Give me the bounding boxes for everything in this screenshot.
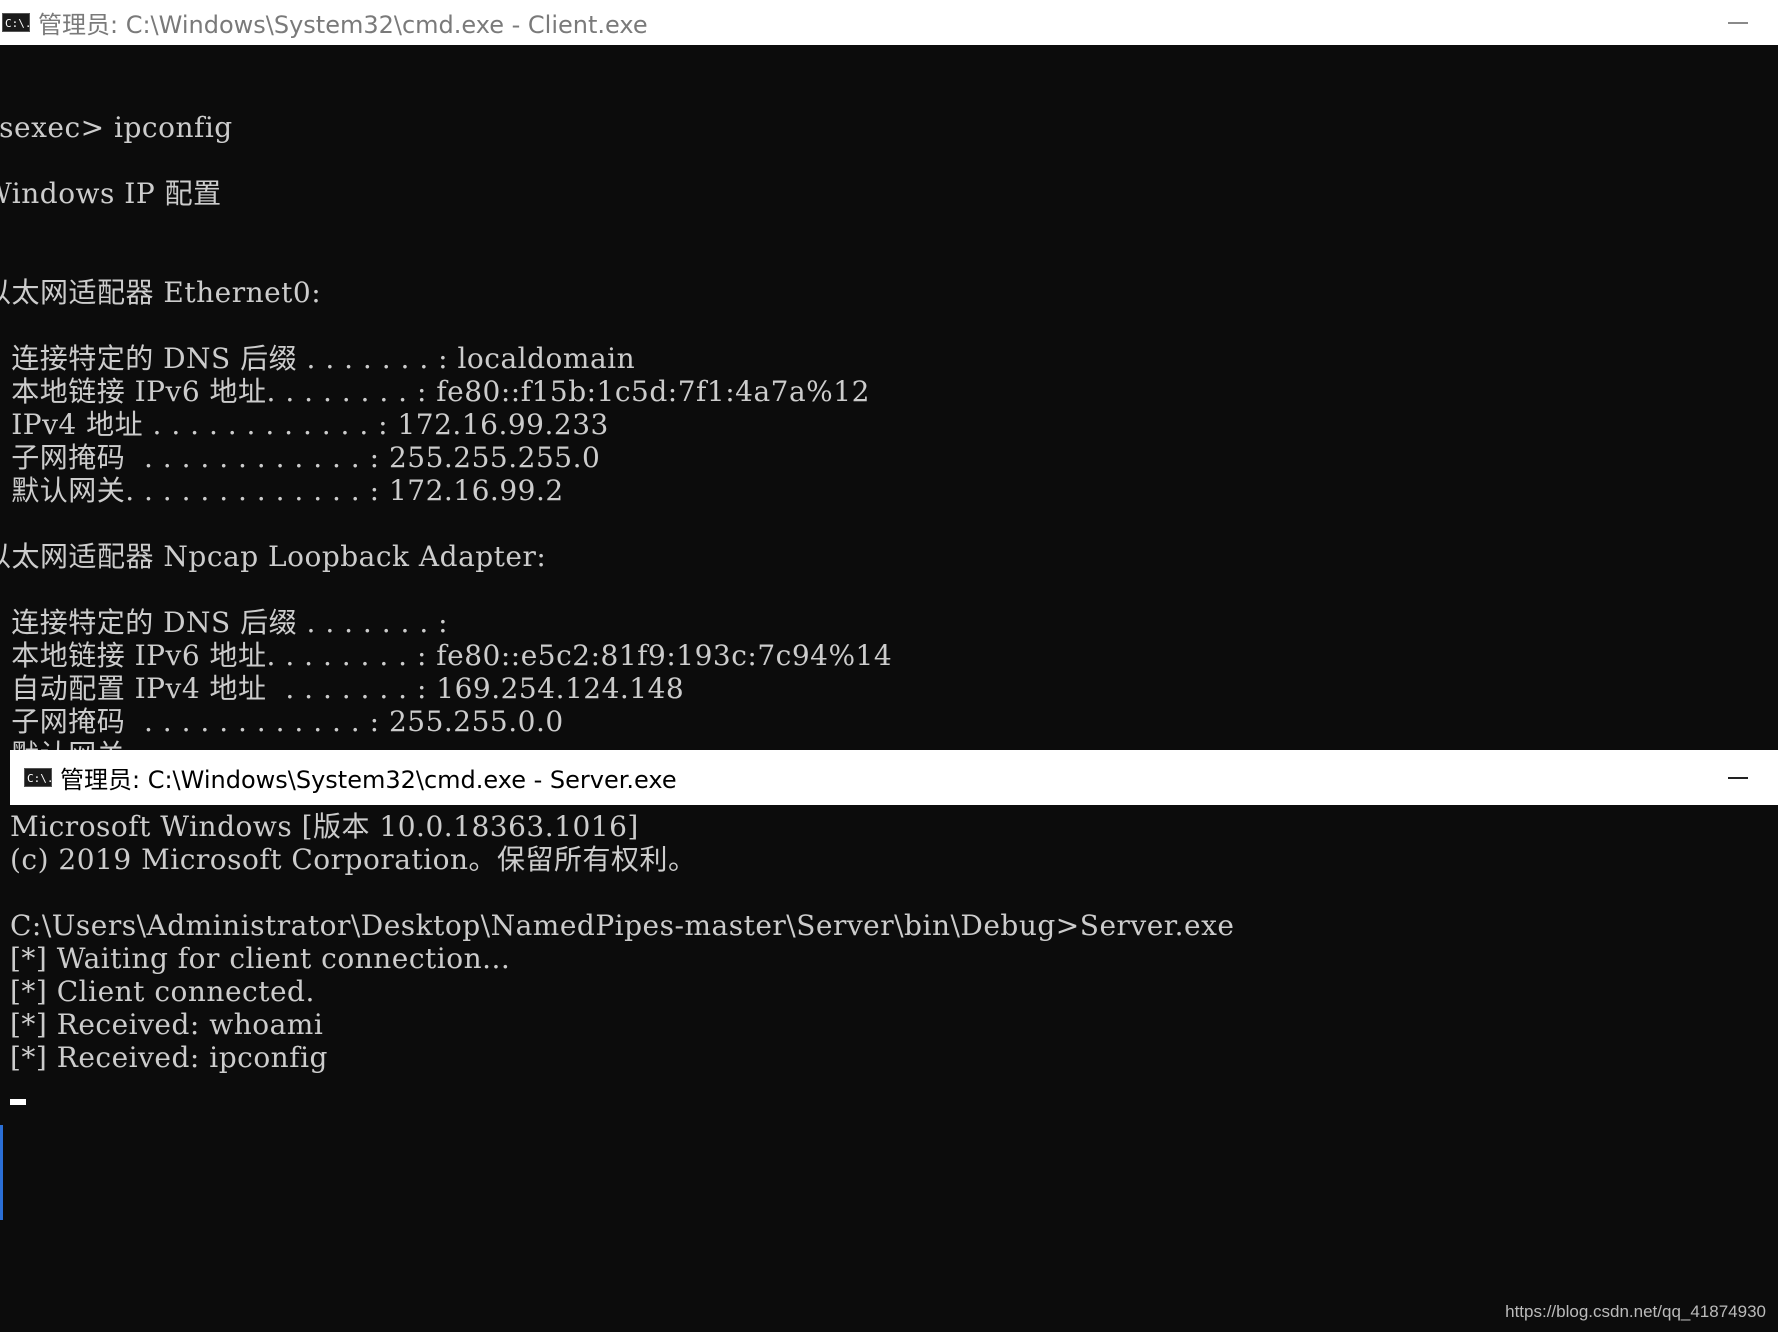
background-window-edge: [0, 1125, 3, 1220]
console-line: [*] Received: ipconfig: [10, 1041, 328, 1074]
server-titlebar[interactable]: C:\. 管理员: C:\Windows\System32\cmd.exe - …: [10, 750, 1778, 805]
console-line: C:\Users\Administrator\Desktop\NamedPipe…: [10, 909, 1235, 942]
client-console-output[interactable]: csexec> ipconfig Windows IP 配置以太网适配器 Ethe…: [0, 45, 1778, 750]
minimize-button[interactable]: [1708, 0, 1768, 45]
console-line: 连接特定的 DNS 后缀 . . . . . . . : localdomain: [0, 342, 636, 375]
watermark-url: https://blog.csdn.net/qq_41874930: [1505, 1302, 1766, 1321]
server-window-title: 管理员: C:\Windows\System32\cmd.exe - Serve…: [60, 766, 677, 794]
console-line: [*] Waiting for client connection...: [10, 942, 511, 975]
console-line: 本地链接 IPv6 地址. . . . . . . . : fe80::f15b…: [0, 375, 870, 408]
server-console-output[interactable]: Microsoft Windows [版本 10.0.18363.1016] (c…: [10, 805, 1778, 1332]
console-line: IPv4 地址 . . . . . . . . . . . . : 172.16…: [0, 408, 609, 441]
console-line: 自动配置 IPv4 地址 . . . . . . . : 169.254.124…: [0, 672, 685, 705]
client-window-title: 管理员: C:\Windows\System32\cmd.exe - Clien…: [38, 11, 648, 39]
server-cmd-window[interactable]: C:\. 管理员: C:\Windows\System32\cmd.exe - …: [10, 750, 1778, 1332]
console-line: 子网掩码 . . . . . . . . . . . . : 255.255.2…: [0, 441, 601, 474]
console-line: Microsoft Windows [版本 10.0.18363.1016]: [10, 810, 639, 843]
console-line: [*] Received: whoami: [10, 1008, 324, 1041]
console-line: 子网掩码 . . . . . . . . . . . . : 255.255.0…: [0, 705, 564, 738]
console-line: 本地链接 IPv6 地址. . . . . . . . : fe80::e5c2…: [0, 639, 893, 672]
console-line: 连接特定的 DNS 后缀 . . . . . . . :: [0, 606, 449, 639]
minimize-icon: [1728, 776, 1748, 779]
console-line: 默认网关. . . . . . . . . . . . . : 172.16.9…: [0, 474, 564, 507]
cmd-app-icon: C:\.: [24, 768, 54, 787]
minimize-button[interactable]: [1708, 750, 1768, 805]
cmd-app-icon: C:\.: [2, 13, 32, 32]
console-line: [*] Client connected.: [10, 975, 315, 1008]
minimize-icon: [1728, 21, 1748, 24]
console-line: csexec> ipconfig: [0, 111, 233, 144]
console-line: 以太网适配器 Npcap Loopback Adapter:: [0, 540, 547, 573]
console-line: (c) 2019 Microsoft Corporation。保留所有权利。: [10, 843, 697, 876]
console-line: Windows IP 配置: [0, 177, 222, 210]
client-titlebar[interactable]: C:\. 管理员: C:\Windows\System32\cmd.exe - …: [0, 0, 1778, 45]
client-cmd-window[interactable]: C:\. 管理员: C:\Windows\System32\cmd.exe - …: [0, 0, 1778, 750]
text-cursor: [10, 1099, 26, 1105]
console-line: 以太网适配器 Ethernet0:: [0, 276, 322, 309]
console-line: 默认网关. . . . . . . . . . . . . :: [0, 738, 380, 750]
